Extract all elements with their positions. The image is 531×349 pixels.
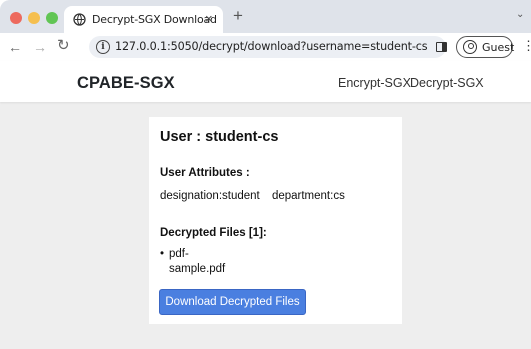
- close-window-icon[interactable]: [10, 12, 22, 24]
- profile-button[interactable]: Guest: [456, 36, 515, 58]
- user-card: User : student-cs User Attributes : desi…: [149, 117, 402, 324]
- browser-tab[interactable]: Decrypt-SGX Download ×: [64, 6, 223, 33]
- new-tab-icon[interactable]: +: [233, 7, 243, 25]
- profile-icon: [463, 40, 477, 54]
- favicon-icon: [73, 13, 86, 26]
- download-button[interactable]: Download Decrypted Files: [159, 289, 306, 315]
- maximize-window-icon[interactable]: [46, 12, 58, 24]
- site-navbar: CPABE-SGX Encrypt-SGX Decrypt-SGX: [0, 61, 531, 102]
- user-title: User : student-cs: [160, 129, 279, 145]
- attribute-item: department:cs: [271, 190, 345, 202]
- site-brand[interactable]: CPABE-SGX: [77, 74, 175, 93]
- info-icon[interactable]: i: [96, 40, 110, 54]
- minimize-window-icon[interactable]: [28, 12, 40, 24]
- back-icon[interactable]: ←: [8, 38, 22, 56]
- url-text[interactable]: 127.0.0.1:5050/decrypt/download?username…: [115, 40, 428, 53]
- nav-link-decrypt[interactable]: Decrypt-SGX: [410, 76, 484, 90]
- profile-label: Guest: [482, 41, 515, 54]
- browser-toolbar: ← → ↻ i 127.0.0.1:5050/decrypt/download?…: [0, 33, 531, 61]
- files-heading: Decrypted Files [1]:: [160, 227, 267, 239]
- reload-icon[interactable]: ↻: [57, 37, 70, 55]
- address-bar[interactable]: i 127.0.0.1:5050/decrypt/download?userna…: [89, 36, 446, 58]
- browser-window: Decrypt-SGX Download × + ⌄ ← → ↻ i 127.0…: [0, 0, 531, 349]
- attribute-item: designation:student: [160, 190, 260, 202]
- tab-title: Decrypt-SGX Download: [92, 13, 217, 26]
- attributes-list: designation:student department:cs: [160, 190, 354, 202]
- file-item: pdf-sample.pdf: [160, 247, 225, 276]
- page-content: CPABE-SGX Encrypt-SGX Decrypt-SGX User :…: [0, 61, 531, 349]
- tab-strip: Decrypt-SGX Download × + ⌄: [0, 0, 531, 33]
- tab-close-icon[interactable]: ×: [205, 12, 213, 26]
- nav-link-encrypt[interactable]: Encrypt-SGX: [338, 76, 411, 90]
- attributes-heading: User Attributes :: [160, 167, 250, 179]
- file-list: pdf-sample.pdf: [160, 247, 225, 276]
- forward-icon[interactable]: →: [33, 38, 47, 56]
- sidepanel-icon[interactable]: [436, 42, 447, 52]
- menu-icon[interactable]: ⋮: [522, 38, 531, 54]
- tab-search-icon[interactable]: ⌄: [516, 9, 524, 20]
